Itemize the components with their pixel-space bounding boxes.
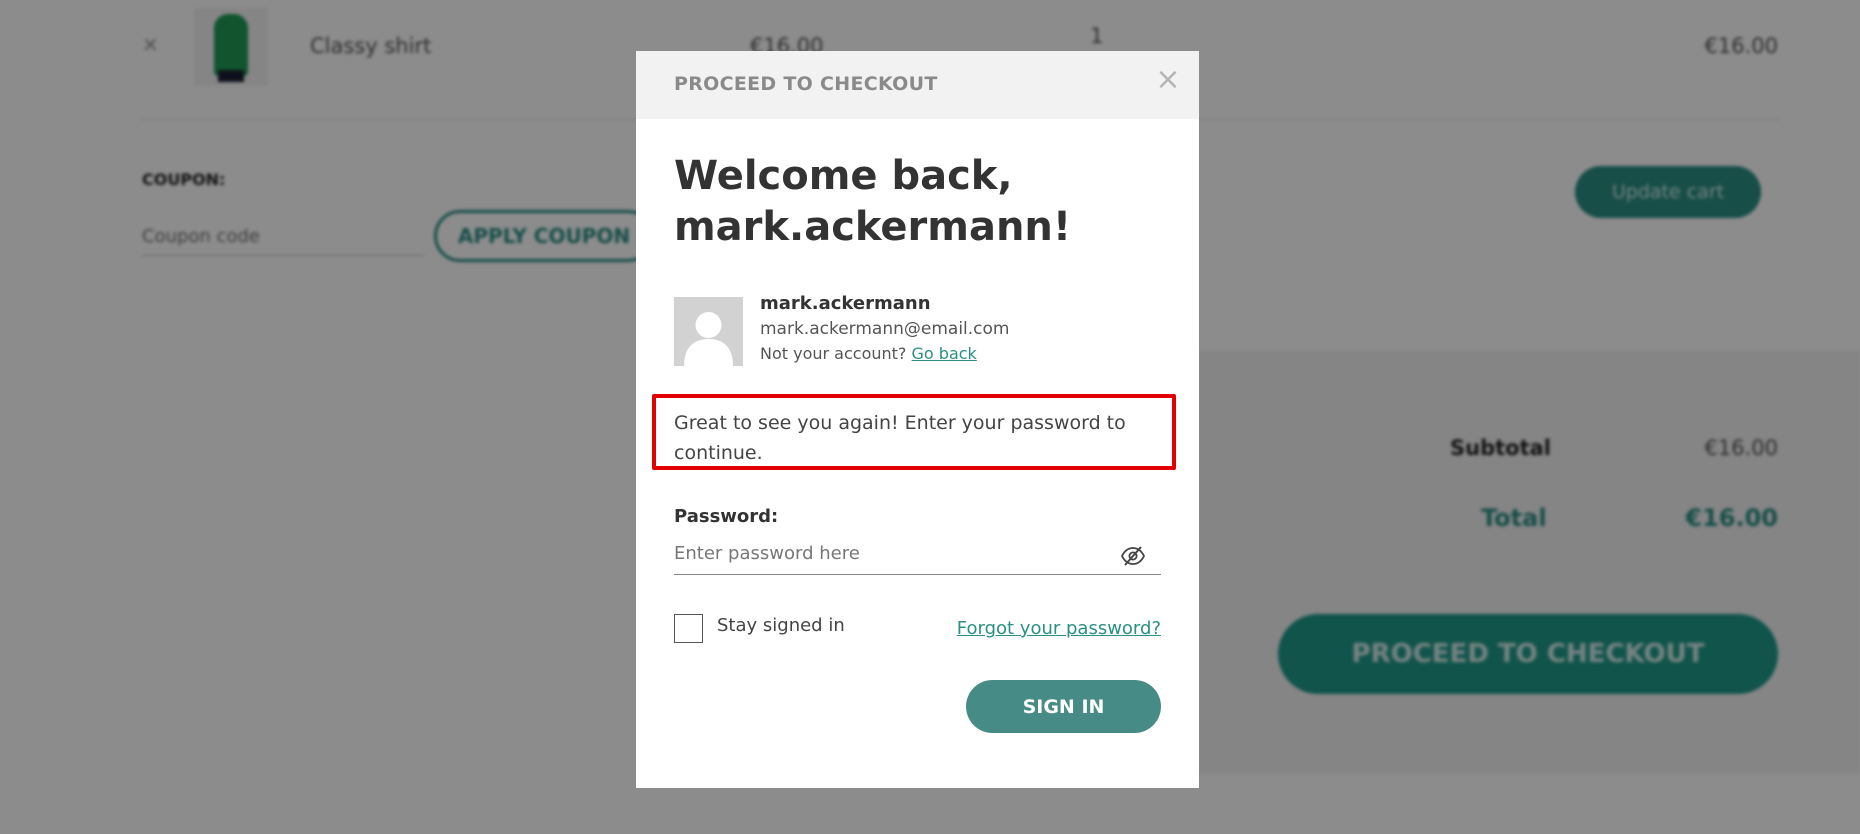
user-silhouette-icon [674, 297, 743, 366]
forgot-password-link[interactable]: Forgot your password? [957, 618, 1161, 639]
account-email: mark.ackermann@email.com [760, 319, 1010, 339]
close-icon[interactable]: × [1153, 65, 1183, 95]
welcome-line-2: mark.ackermann! [674, 204, 1072, 250]
checkout-login-modal: PROCEED TO CHECKOUT × Welcome back, mark… [636, 51, 1199, 788]
stay-signed-in-checkbox[interactable] [674, 614, 703, 643]
modal-header: PROCEED TO CHECKOUT × [636, 51, 1199, 119]
password-label: Password: [674, 506, 779, 527]
eye-slash-icon-graphic [1120, 546, 1146, 566]
eye-slash-icon[interactable] [1120, 545, 1146, 567]
not-your-account-text: Not your account? [760, 344, 907, 363]
welcome-message: Great to see you again! Enter your passw… [674, 412, 1126, 464]
password-input[interactable] [674, 535, 1104, 571]
welcome-line-1: Welcome back, [674, 153, 1013, 199]
account-username: mark.ackermann [760, 293, 931, 314]
avatar [674, 297, 743, 366]
sign-in-button[interactable]: SIGN IN [966, 680, 1161, 733]
stay-signed-in-label[interactable]: Stay signed in [717, 615, 845, 636]
modal-title: PROCEED TO CHECKOUT [674, 73, 938, 95]
go-back-link[interactable]: Go back [912, 344, 977, 363]
highlighted-message-box: Great to see you again! Enter your passw… [652, 394, 1176, 470]
welcome-heading: Welcome back, mark.ackermann! [674, 151, 1164, 253]
not-your-account-line: Not your account? Go back [760, 344, 977, 363]
password-field [674, 535, 1161, 575]
